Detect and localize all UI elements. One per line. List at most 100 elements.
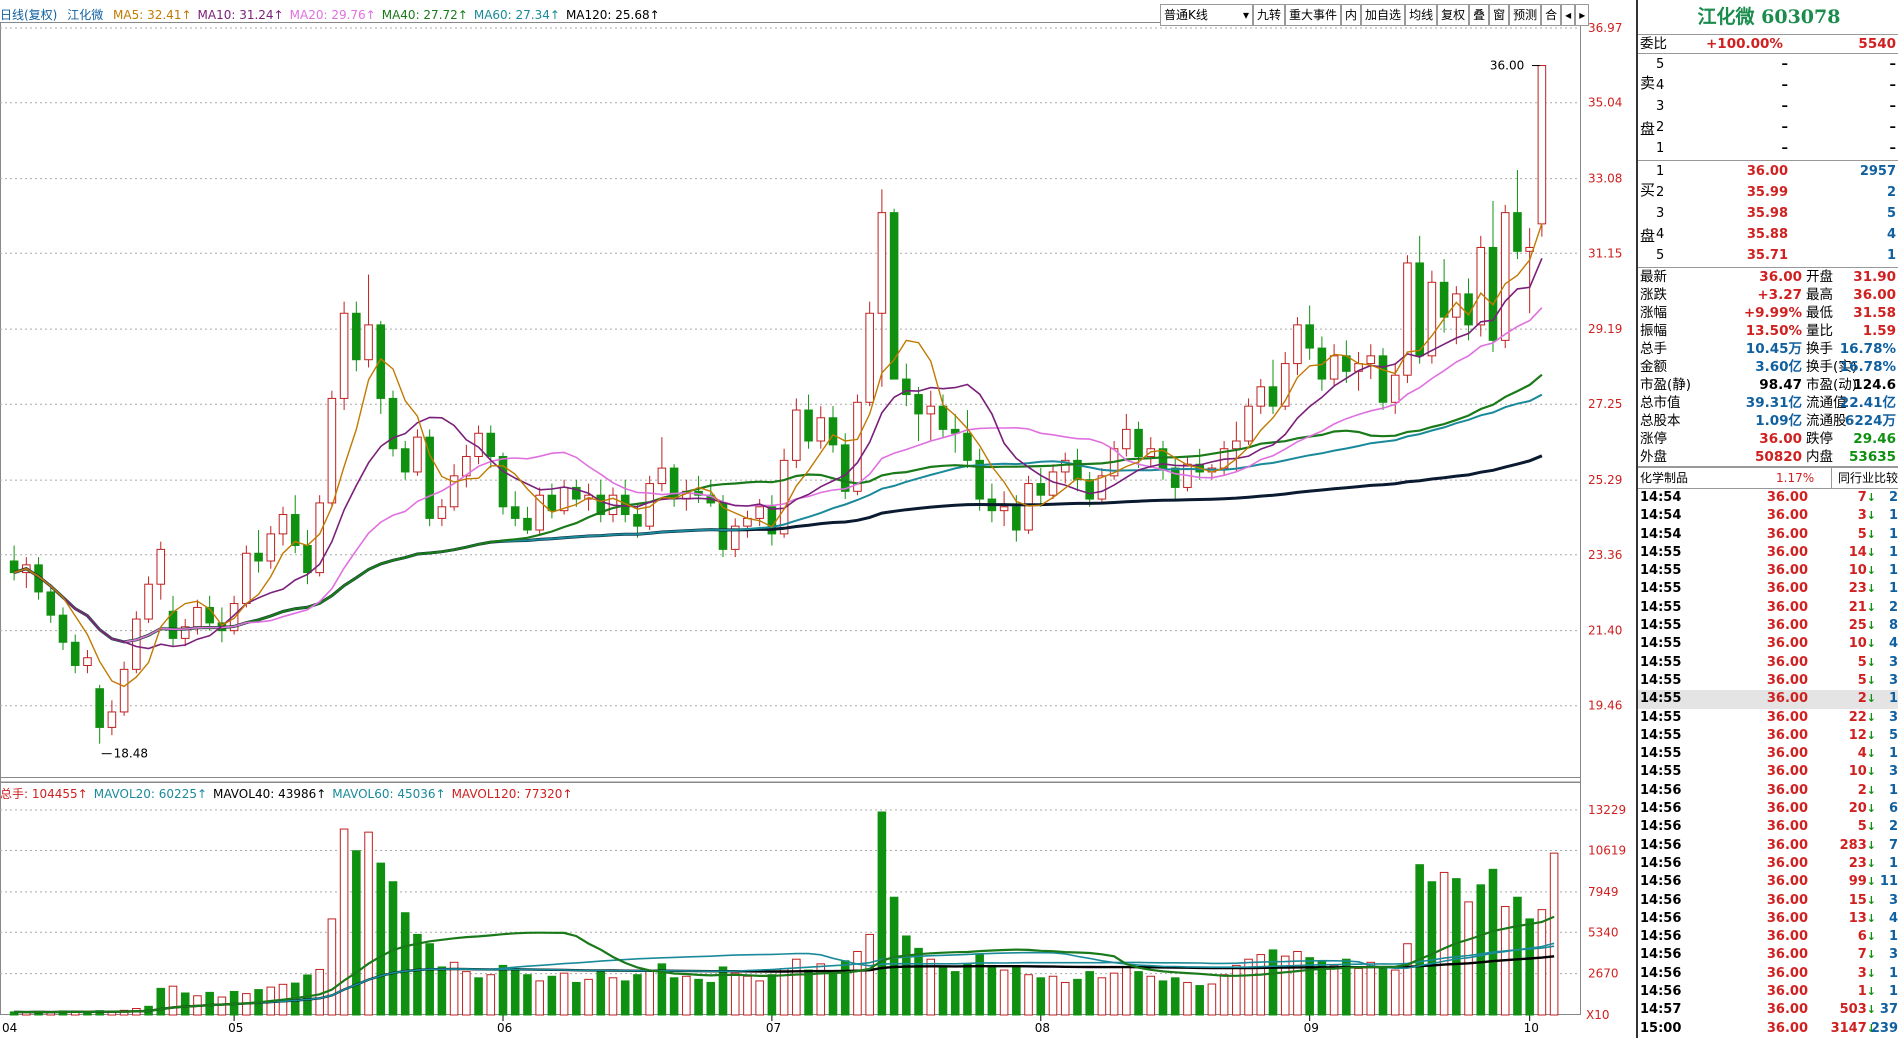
toolbar-button[interactable]: 合	[1541, 4, 1562, 26]
tick-count: 7	[1888, 837, 1898, 853]
tick-row[interactable]: 14:56 36.00 6↓ 1	[1638, 928, 1898, 946]
candle-body	[1488, 246, 1498, 341]
volume-bar	[1232, 964, 1241, 1016]
buy-level-row[interactable]: 3 35.98 5	[1638, 203, 1898, 224]
x-axis-label: 06	[497, 1021, 512, 1035]
quote-key: 外盘	[1640, 449, 1667, 465]
tick-time: 14:54	[1640, 508, 1682, 524]
toolbar-button[interactable]: 窗	[1489, 4, 1510, 26]
tick-row[interactable]: 14:56 36.00 13↓ 4	[1638, 910, 1898, 928]
buy-level-row[interactable]: 5 35.71 1	[1638, 245, 1898, 266]
tick-row[interactable]: 14:55 36.00 10↓ 1	[1638, 562, 1898, 580]
tick-count: 8	[1888, 618, 1898, 634]
sector-name[interactable]: 化学制品	[1640, 468, 1688, 488]
toolbar-button[interactable]: 预测	[1509, 4, 1542, 26]
prev-icon[interactable]: ◂	[1561, 4, 1576, 26]
volume-bar	[339, 828, 349, 1016]
quote-value: 10.45万	[1745, 341, 1802, 357]
tick-row[interactable]: 14:55 36.00 10↓ 4	[1638, 635, 1898, 653]
volume-bar	[1170, 977, 1180, 1016]
tick-volume: 20↓	[1848, 801, 1876, 817]
buy-level-row[interactable]: 4 35.88 4	[1638, 224, 1898, 245]
level-volume: –	[1889, 141, 1897, 156]
tick-row[interactable]: 14:56 36.00 20↓ 6	[1638, 800, 1898, 818]
tick-row[interactable]: 14:56 36.00 3↓ 1	[1638, 965, 1898, 983]
tick-row[interactable]: 14:55 36.00 5↓ 3	[1638, 672, 1898, 690]
sell-level-row[interactable]: 2 – –	[1638, 117, 1898, 138]
volume-bar	[1060, 981, 1070, 1016]
sell-level-row[interactable]: 3 – –	[1638, 96, 1898, 117]
tick-row[interactable]: 14:55 36.00 21↓ 2	[1638, 599, 1898, 617]
tick-price: 36.00	[1766, 727, 1808, 743]
tick-row[interactable]: 14:56 36.00 7↓ 3	[1638, 946, 1898, 964]
candle-body	[523, 517, 532, 531]
candle-body	[119, 668, 129, 713]
tick-row[interactable]: 14:55 36.00 12↓ 5	[1638, 727, 1898, 745]
tick-row[interactable]: 14:55 36.00 2↓ 1	[1638, 690, 1898, 709]
tick-row[interactable]: 14:55 36.00 25↓ 8	[1638, 617, 1898, 635]
tick-row[interactable]: 15:00 36.00 3147↓ 239	[1638, 1020, 1898, 1038]
tick-row[interactable]: 14:55 36.00 4↓ 1	[1638, 745, 1898, 763]
kline-chart[interactable]: 36.97 35.04 33.08 31.15 29.19 27.25 25.29 23.36…	[0, 0, 1636, 1038]
tick-row[interactable]: 14:56 36.00 283↓ 7	[1638, 837, 1898, 855]
tick-row[interactable]: 14:54 36.00 5↓ 1	[1638, 526, 1898, 544]
industry-compare-button[interactable]: 同行业比较	[1830, 468, 1898, 488]
candle-body	[1329, 355, 1339, 380]
tick-count: 1	[1888, 929, 1898, 945]
toolbar-button[interactable]: 复权	[1437, 4, 1470, 26]
tick-row[interactable]: 14:55 36.00 5↓ 3	[1638, 654, 1898, 672]
kline-chart-area[interactable]: 36.97 35.04 33.08 31.15 29.19 27.25 25.29 23.36…	[0, 0, 1636, 1038]
tick-volume: 3↓	[1857, 965, 1876, 981]
quote-key: 最高	[1806, 287, 1833, 303]
tick-row[interactable]: 14:56 36.00 23↓ 1	[1638, 855, 1898, 873]
sell-level-row[interactable]: 1 – –	[1638, 138, 1898, 159]
tick-row[interactable]: 14:54 36.00 3↓ 1	[1638, 507, 1898, 525]
quote-value: 36.00	[1759, 431, 1802, 447]
tick-row[interactable]: 14:57 36.00 503↓ 37	[1638, 1001, 1898, 1019]
sell-level-row[interactable]: 5 – –	[1638, 54, 1898, 75]
tick-row[interactable]: 14:56 36.00 1↓ 1	[1638, 983, 1898, 1001]
sell-level-row[interactable]: 4 – –	[1638, 75, 1898, 96]
tick-volume: 283↓	[1839, 837, 1876, 853]
tick-row[interactable]: 14:55 36.00 23↓ 1	[1638, 580, 1898, 598]
quote-value: 29.46	[1853, 431, 1896, 447]
tick-row[interactable]: 14:55 36.00 14↓ 1	[1638, 544, 1898, 562]
toolbar-button[interactable]: 重大事件	[1285, 4, 1342, 26]
toolbar-button[interactable]: 内	[1341, 4, 1362, 26]
tick-row[interactable]: 14:54 36.00 7↓ 2	[1638, 489, 1898, 507]
price-tick-label: 31.15	[1588, 246, 1622, 260]
volume-bar	[180, 992, 190, 1016]
candle-body	[95, 688, 104, 728]
volume-bar	[620, 980, 630, 1016]
tick-volume: 3↓	[1857, 508, 1876, 524]
toolbar-button[interactable]: 均线	[1405, 4, 1438, 26]
tick-row[interactable]: 14:55 36.00 22↓ 3	[1638, 709, 1898, 727]
quote-value: 1.09亿	[1755, 413, 1802, 429]
tick-row[interactable]: 14:56 36.00 2↓ 1	[1638, 782, 1898, 800]
tick-row[interactable]: 14:56 36.00 15↓ 3	[1638, 892, 1898, 910]
buy-level-row[interactable]: 2 35.99 2	[1638, 182, 1898, 203]
quote-key: 金额	[1640, 359, 1667, 375]
toolbar-button[interactable]: 叠	[1469, 4, 1490, 26]
candle-body	[339, 312, 349, 399]
toolbar-button[interactable]: 加自选	[1361, 4, 1406, 26]
tick-volume: 6↓	[1857, 929, 1876, 945]
tick-row[interactable]: 14:55 36.00 10↓ 3	[1638, 763, 1898, 781]
kline-type-select[interactable]: 普通K线 ▾	[1160, 4, 1253, 26]
level-price: –	[1781, 99, 1789, 114]
tick-row[interactable]: 14:56 36.00 99↓ 11	[1638, 873, 1898, 891]
tick-list[interactable]: 14:54 36.00 7↓ 2 14:54 36.00 3↓ 1 14:54 36.00 5↓ 1 1…	[1638, 489, 1898, 1038]
tick-row[interactable]: 14:56 36.00 5↓ 2	[1638, 818, 1898, 836]
quote-key: 振幅	[1640, 323, 1667, 339]
candle-body	[792, 409, 801, 461]
next-icon[interactable]: ▸	[1575, 4, 1590, 26]
tick-time: 14:55	[1640, 544, 1682, 560]
tick-volume: 10↓	[1848, 636, 1876, 652]
down-arrow-icon: ↓	[1866, 491, 1876, 504]
toolbar-button[interactable]: 九转	[1253, 4, 1286, 26]
tick-count: 3	[1888, 654, 1898, 670]
ma-legend-item: MA40: 27.72↑	[381, 8, 468, 22]
candle-body	[1268, 386, 1278, 407]
ma-legend: 日线(复权) 江化微 MA5: 32.41↑ MA10: 31.24↑ MA20: …	[0, 6, 672, 22]
buy-level-row[interactable]: 1 36.00 2957	[1638, 161, 1898, 182]
